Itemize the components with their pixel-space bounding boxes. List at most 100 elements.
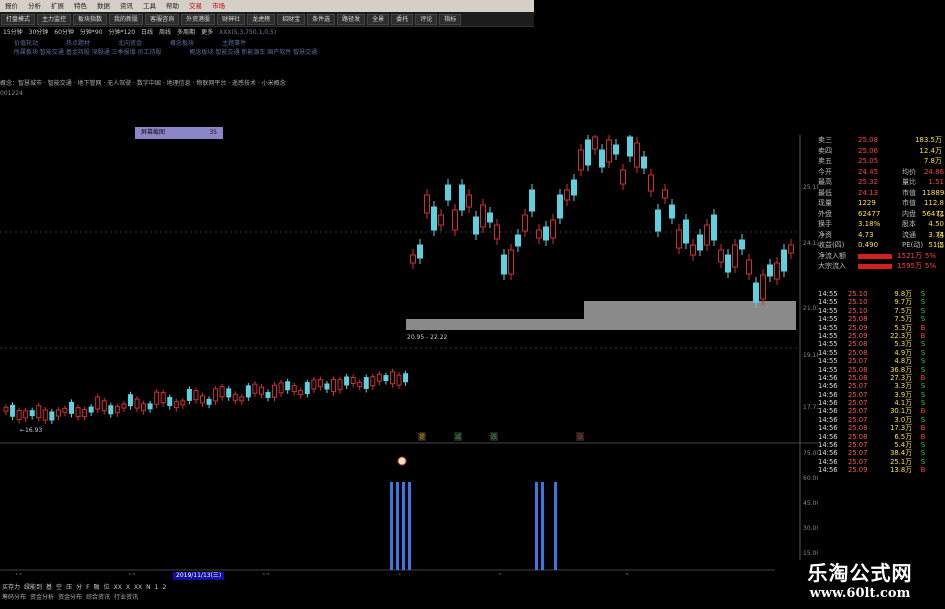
candle-body [36,405,42,419]
menu-item-0[interactable]: 报价 [0,0,23,12]
toolbar-button-3[interactable]: 我的新股 [109,14,144,25]
quote-panel: 卖三 25.08 183.5万 卖四 25.06 12.4万 卖五 25.05 7.8万 今开 24… [818,135,945,272]
toolbar-button-7[interactable]: 龙虎榜 [247,14,276,25]
menu-item-7[interactable]: 帮助 [161,0,184,12]
menu-item-2[interactable]: 扩展 [46,0,69,12]
tick-side: S [920,457,926,466]
period-tab-5[interactable]: 日线 [138,28,156,38]
toolbar-button-0[interactable]: 打盘模式 [1,14,36,25]
period-tab-7[interactable]: 多周期 [174,28,198,38]
tick-volume: 5.3万 [894,340,912,349]
bottom-subtab-3[interactable]: 综合资讯 [84,594,112,602]
toolbar-button-5[interactable]: 外资港股 [181,14,216,25]
candle-body [62,407,68,413]
candle-body [200,395,205,404]
bottom-tab-11[interactable]: XX [132,584,144,592]
flow-bar [858,253,892,259]
toolbar-button-8[interactable]: 招财宝 [277,14,306,25]
period-tab-0[interactable]: 15分钟 [0,28,26,38]
tick-time: 14:55 [818,348,838,357]
bottom-tab-6[interactable]: F [84,584,91,592]
toolbar-button-11[interactable]: 全景 [367,14,390,25]
bottom-subtab-1[interactable]: 资金分析 [28,594,56,602]
toolbar-button-10[interactable]: 路径发 [337,14,366,25]
level-volume: 183.5万 [914,136,942,144]
candle-body [676,229,682,249]
candle-body [252,383,258,394]
info-tab-3[interactable]: 概念板块 [156,39,208,48]
tick-time: 14:56 [818,441,838,450]
toolbar-button-1[interactable]: 主力监控 [37,14,72,25]
tick-price: 25.10 [848,298,868,307]
info-tab-1[interactable]: 热点题材 [52,39,104,48]
candle-body [494,224,500,240]
candle-body [258,386,264,395]
candle-body [389,371,395,385]
candle-body [627,136,633,157]
volume-bar [396,482,399,570]
candle-body [774,262,780,280]
menu-item-6[interactable]: 工具 [138,0,161,12]
x-axis-label: 3 [625,573,629,575]
period-tab-2[interactable]: 60分钟 [51,28,77,38]
period-tab-3[interactable]: 分钟*90 [77,28,106,38]
candle-body [515,234,521,247]
candle-body [620,169,626,185]
indicator-params: XXX(5,3,750,1,0,5) [219,29,277,36]
toolbar-button-14[interactable]: 指标 [439,14,462,25]
menu-item-5[interactable]: 资讯 [115,0,138,12]
toolbar-button-13[interactable]: 评论 [415,14,438,25]
bottom-tab-5[interactable]: 分 [74,584,84,592]
info-tab-2[interactable]: 北向资金 [104,39,156,48]
candle-body [634,142,640,168]
bottom-tab-10[interactable]: X [124,584,132,592]
info-tab-0[interactable]: 价值轮动 [0,39,52,48]
stat-key: 收益(四) [818,241,845,249]
bottom-tab-3[interactable]: 空 [54,584,64,592]
range-box [406,301,796,330]
level-price: 25.06 [858,146,879,155]
bottom-subtab-4[interactable]: 行业资讯 [112,594,140,602]
toolbar-button-4[interactable]: 客服咨询 [145,14,180,25]
tick-side: S [920,449,926,458]
bottom-tab-1[interactable]: 绿能到 [22,584,44,592]
bottom-tab-14[interactable]: 2 [161,584,169,592]
bottom-tab-7[interactable]: 融 [92,584,102,592]
period-tab-8[interactable]: 更多 [198,28,216,38]
candle-body [167,397,173,407]
menu-hot-1[interactable]: 市场 [207,0,230,12]
stat-key: 今开 [818,167,832,176]
bottom-tab-8[interactable]: 位 [102,584,112,592]
menu-item-3[interactable]: 特色 [69,0,92,12]
period-tab-6[interactable]: 周线 [156,28,174,38]
screenshot-popup[interactable]: 屏幕截图 35 [135,127,223,139]
x-axis-label: 12 [128,573,136,575]
menu-item-4[interactable]: 数据 [92,0,115,12]
candle-body [324,383,330,390]
menu-item-1[interactable]: 分析 [23,0,46,12]
bottom-tab-4[interactable]: 压 [64,584,74,592]
info-tab-4[interactable]: 主题事件 [208,39,260,48]
bottom-subtab-2[interactable]: 资金分布 [56,594,84,602]
bottom-tab-9[interactable]: XX [112,584,124,592]
toolbar-button-2[interactable]: 板块指数 [73,14,108,25]
candle-body [431,206,437,231]
candle-body [417,244,423,259]
menu-hot-0[interactable]: 交易 [184,0,207,12]
candle-body [746,259,752,275]
toolbar-button-12[interactable]: 委托 [391,14,414,25]
tick-price: 25.08 [848,348,868,357]
bottom-tab-12[interactable]: N [144,584,153,592]
period-tab-1[interactable]: 30分钟 [26,28,52,38]
candle-body [370,376,376,387]
bottom-tab-2[interactable]: 基 [44,584,54,592]
period-tab-4[interactable]: 分钟*120 [106,28,138,38]
bottom-subtab-0[interactable]: 筹码分布 [0,594,28,602]
toolbar-button-6[interactable]: 财神社 [217,14,246,25]
bottom-tab-0[interactable]: 买存力 [0,584,22,592]
bottom-tab-13[interactable]: 1 [153,584,161,592]
main-chart[interactable]: 25.18 24.13 21.03 19.18 17.73 75.00 60.00 45.00… [0,135,818,575]
tick-price: 25.07 [848,390,868,399]
quote-stat-row: 最高 25.32 量比 1.51 [818,177,945,188]
toolbar-button-9[interactable]: 条件选 [307,14,336,25]
